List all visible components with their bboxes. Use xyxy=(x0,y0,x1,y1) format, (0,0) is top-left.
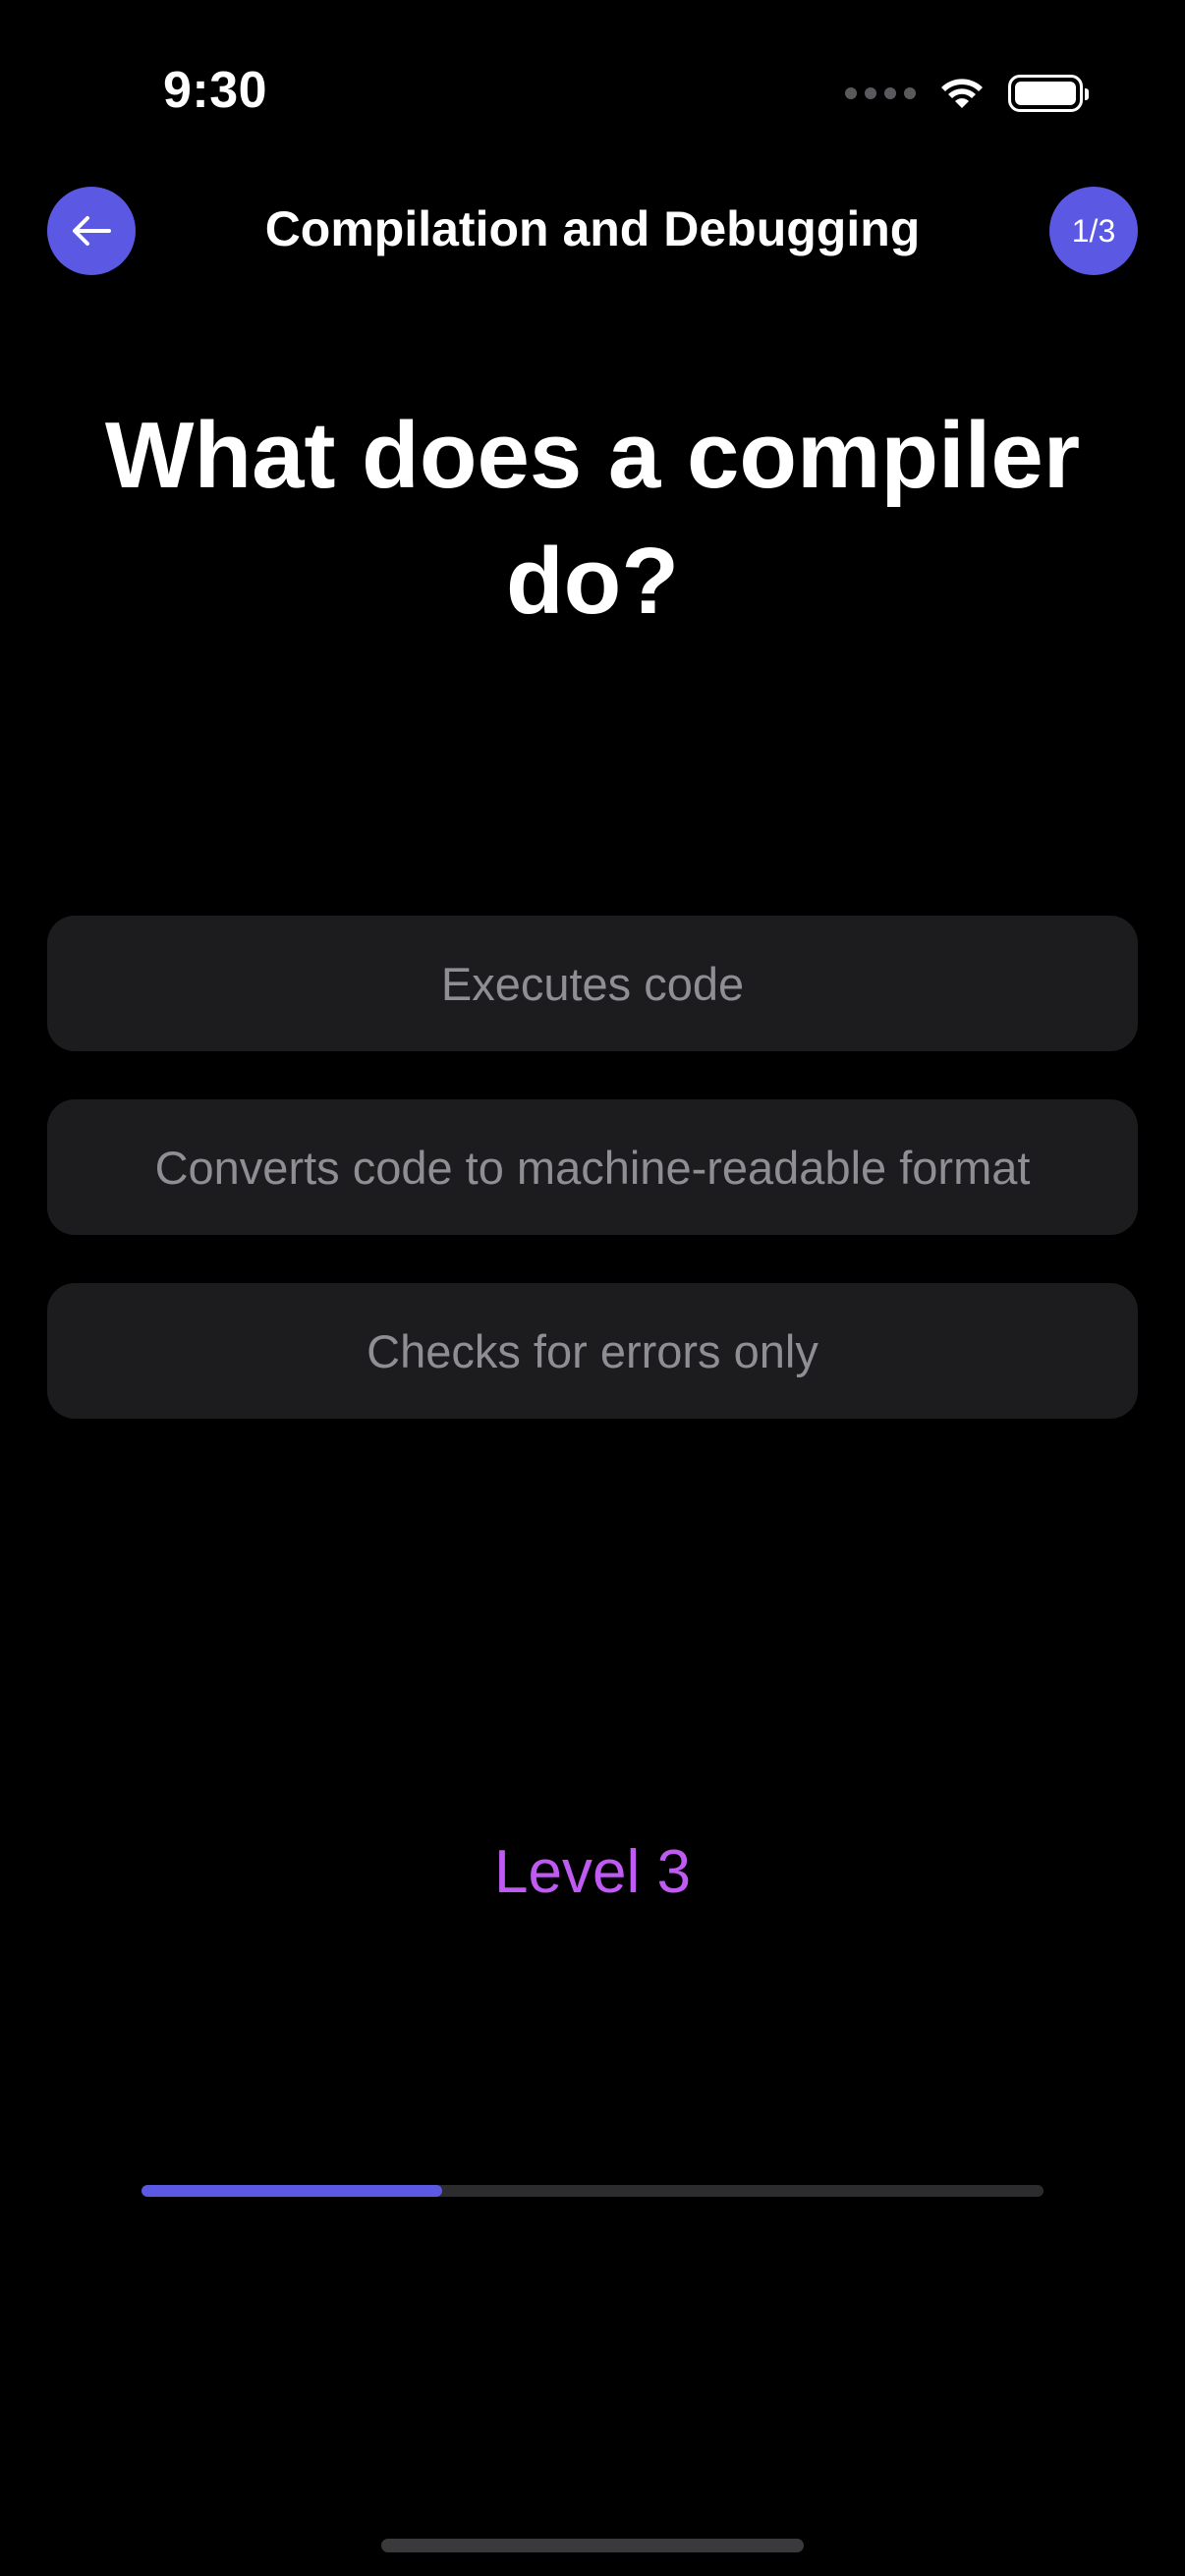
status-icons xyxy=(845,69,1089,118)
progress-bar-fill xyxy=(141,2185,442,2197)
home-indicator[interactable] xyxy=(381,2539,804,2552)
answer-option-3[interactable]: Checks for errors only xyxy=(47,1283,1138,1419)
status-time: 9:30 xyxy=(163,62,268,119)
level-label: Level 3 xyxy=(494,1838,691,1906)
answer-list: Executes code Converts code to machine-r… xyxy=(47,916,1138,1467)
page-title: Compilation and Debugging xyxy=(264,201,921,256)
battery-icon xyxy=(1008,75,1089,112)
question-text: What does a compiler do? xyxy=(104,403,1081,634)
progress-bar xyxy=(141,2185,1044,2197)
answer-option-1[interactable]: Executes code xyxy=(47,916,1138,1051)
wifi-icon xyxy=(941,79,983,108)
question-progress-badge: 1/3 xyxy=(1049,187,1138,275)
answer-option-2[interactable]: Converts code to machine-readable format xyxy=(47,1099,1138,1235)
cellular-signal-icon xyxy=(845,87,916,99)
